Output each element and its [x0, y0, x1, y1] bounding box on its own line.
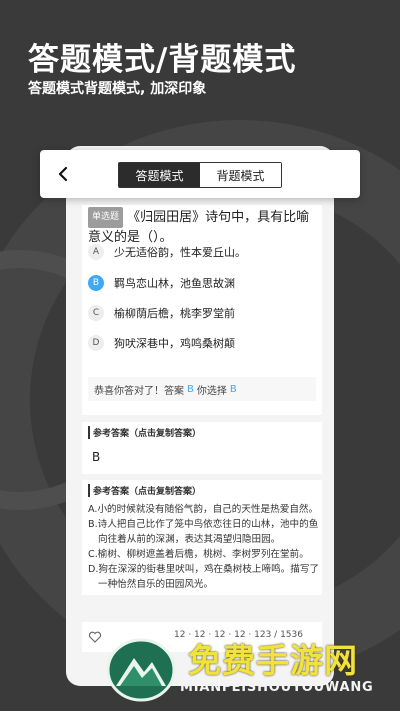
explanation-body: A.小的时候就没有随俗气韵，自己的天性是热爱自然。 B.诗人把自己比作了笼中鸟依…: [88, 502, 320, 592]
option-letter: B: [88, 275, 104, 291]
option-text: 榆柳荫后檐，桃李罗堂前: [114, 307, 235, 320]
option-a[interactable]: A 少无适俗韵，性本爱丘山。: [88, 241, 246, 263]
tab-answer-mode[interactable]: 答题模式: [119, 163, 200, 187]
option-text: 狗吠深巷中，鸡鸣桑树颠: [114, 337, 235, 350]
option-b[interactable]: B 羁鸟恋山林，池鱼思故渊: [88, 272, 235, 294]
option-d[interactable]: D 狗吠深巷中，鸡鸣桑树颠: [88, 332, 235, 354]
watermark-title: 免费手游网: [188, 641, 358, 680]
correct-answer-letter: B: [187, 383, 194, 395]
explanation-card[interactable]: 参考答案（点击复制答案） A.小的时候就没有随俗气韵，自己的天性是热爱自然。 B…: [82, 480, 322, 595]
reference-answer-card[interactable]: 参考答案（点击复制答案） B: [82, 422, 322, 474]
explanation-line: 一种怡然自乐的田园风光。: [98, 579, 214, 590]
option-text: 羁鸟恋山林，池鱼思故渊: [114, 277, 235, 290]
tab-recite-mode[interactable]: 背题模式: [200, 163, 281, 187]
watermark: 免费手游网 MIANFEISHOUYOUWANG: [100, 630, 400, 711]
mountain-logo-icon: [106, 638, 176, 702]
explanation-line: B.诗人把自己比作了笼中鸟依恋往日的山林，池中的鱼: [88, 519, 319, 530]
answer-result: 恭喜你答对了！答案 B 你选择 B: [88, 377, 316, 401]
chevron-left-icon[interactable]: [54, 165, 72, 183]
mode-tabs: 答题模式 背题模式: [118, 162, 282, 188]
option-letter: A: [88, 244, 104, 260]
explanation-title: 参考答案（点击复制答案）: [88, 484, 201, 497]
explanation-line: A.小的时候就没有随俗气韵，自己的天性是热爱自然。: [88, 504, 319, 515]
reference-answer-value: B: [92, 450, 101, 464]
result-prefix: 恭喜你答对了！答案: [94, 385, 184, 397]
result-mid: 你选择: [196, 385, 227, 397]
option-letter: C: [88, 305, 104, 321]
promo-subtitle: 答题模式背题模式, 加深印象: [28, 81, 207, 97]
explanation-line: 向往着从前的深渊，表达其渴望归隐田园。: [98, 534, 281, 545]
promo-title: 答题模式/背题模式: [28, 42, 297, 78]
top-bar: 答题模式 背题模式: [40, 150, 360, 198]
option-c[interactable]: C 榆柳荫后檐，桃李罗堂前: [88, 302, 235, 324]
option-text: 少无适俗韵，性本爱丘山。: [114, 246, 246, 259]
option-letter: D: [88, 335, 104, 351]
watermark-subtitle: MIANFEISHOUYOUWANG: [180, 680, 374, 695]
question-type-badge: 单选题: [88, 207, 124, 228]
chosen-answer-letter: B: [229, 383, 237, 395]
reference-answer-title: 参考答案（点击复制答案）: [88, 426, 201, 439]
explanation-line: C.榆树、柳树遮盖着后檐，桃树、李树罗列在堂前。: [88, 549, 309, 560]
explanation-line: D.狗在深深的街巷里吠叫，鸡在桑树枝上啼鸣。描写了: [88, 564, 320, 575]
